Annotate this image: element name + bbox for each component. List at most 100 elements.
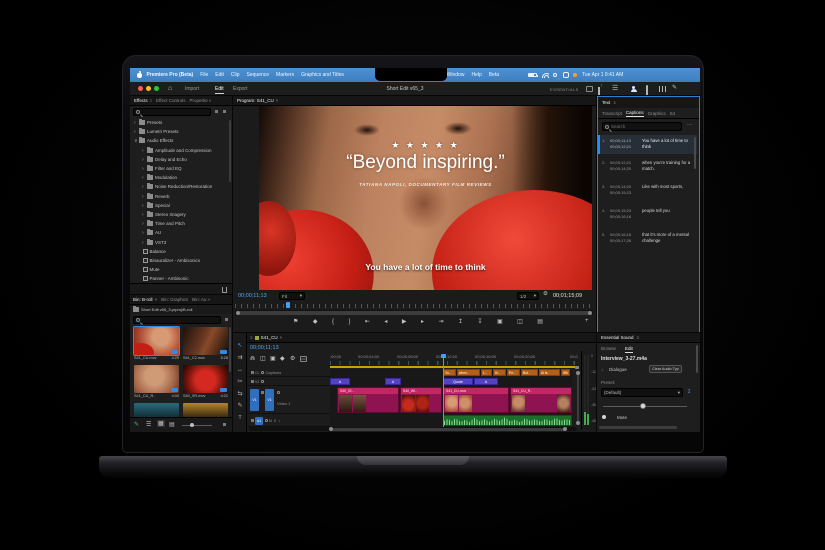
caption-timecodes[interactable]: 00;00;15;2300;00;16;16	[610, 208, 642, 220]
list-view-icon[interactable]: ☰	[146, 421, 151, 428]
audio-icon[interactable]	[659, 86, 666, 92]
apple-menu-icon[interactable]	[137, 73, 142, 78]
step-back-icon[interactable]: ◂	[384, 318, 387, 325]
tree-item[interactable]: ›AU	[130, 228, 226, 237]
caption-item[interactable]: 2. 00;00;12;2100;00;14;20 when you're tr…	[598, 154, 697, 176]
caption-clip[interactable]: But..	[521, 369, 538, 376]
caption-text[interactable]: Like with most sports,	[642, 184, 692, 196]
timeline-vscrollbar[interactable]	[576, 371, 580, 425]
lock-icon[interactable]	[251, 380, 254, 383]
effects-search-input[interactable]	[142, 110, 195, 115]
bin-clip-label[interactable]: S41_C2.mov5:28	[183, 356, 228, 360]
close-window-button[interactable]	[138, 86, 143, 91]
program-timecode[interactable]: 00;00;11;13	[238, 293, 267, 299]
tree-item[interactable]: ›Filter and EQ	[130, 164, 226, 173]
timeline-settings-icon[interactable]: ⚙	[290, 355, 295, 362]
pen-icon[interactable]: ✎	[672, 84, 677, 91]
caption-text[interactable]: that it's more of a mental challenge	[642, 232, 692, 245]
graphic-clip[interactable]: Quote	[443, 378, 473, 385]
menubar-clock[interactable]: Tue Apr 1 9:41 AM	[582, 72, 623, 78]
graphic-clip[interactable]: A	[330, 378, 350, 385]
tab-sequence[interactable]: S41_CU	[261, 335, 278, 340]
more-tabs-icon[interactable]: »	[209, 98, 212, 103]
slip-tool[interactable]: ⇆	[235, 389, 245, 399]
lift-icon[interactable]: ↥	[458, 318, 463, 325]
tab-effect-controls[interactable]: Effect Controls	[156, 98, 185, 103]
comparison-view-icon[interactable]: ◫	[517, 318, 523, 325]
effects-search[interactable]	[133, 108, 211, 116]
edit-pencil-icon[interactable]: ✎	[134, 421, 139, 428]
selection-tool[interactable]: ↖	[235, 341, 245, 351]
panel-menu-icon[interactable]: ≡	[613, 100, 616, 105]
tree-item[interactable]: ›Presets	[130, 118, 226, 127]
caption-clip[interactable]: Yo..	[443, 369, 456, 376]
bin-clip-label[interactable]: S41_CU_R..4:00	[134, 394, 179, 398]
menu-window[interactable]: Window	[447, 72, 465, 78]
tree-item[interactable]: Mute	[130, 265, 226, 274]
menu-sequence[interactable]: Sequence	[247, 72, 270, 78]
button-editor-plus-icon[interactable]: +	[585, 318, 589, 324]
essential-sound-vscrollbar[interactable]	[696, 345, 698, 373]
caption-item[interactable]: 1. 00;00;11;1300;00;12;21 You have a lot…	[598, 135, 697, 154]
captions-search[interactable]	[602, 122, 682, 131]
minimize-window-button[interactable]	[146, 86, 151, 91]
panel-menu-icon[interactable]: ≡	[637, 335, 640, 340]
fit-dropdown[interactable]: Fit▾	[279, 292, 305, 300]
go-to-out-icon[interactable]: ⇥	[438, 318, 443, 325]
vscroll-handle-bottom[interactable]	[576, 421, 580, 425]
film-view-icon[interactable]: ▤	[169, 421, 175, 428]
go-to-in-icon[interactable]: ⇤	[365, 318, 370, 325]
essential-sound-hscrollbar[interactable]	[599, 426, 677, 429]
audio-type-label[interactable]: Dialogue	[609, 367, 627, 372]
close-tab-icon[interactable]: ×	[280, 335, 283, 340]
caption-timecodes[interactable]: 00;00;14;2000;00;15;23	[610, 184, 642, 196]
caption-clip[interactable]: when..	[457, 369, 480, 376]
menu-help[interactable]: Help	[471, 72, 481, 78]
program-zoom-scrollbar[interactable]	[235, 310, 593, 315]
tree-item[interactable]: Balance	[130, 247, 226, 256]
tree-item[interactable]: ›Reverb	[130, 192, 226, 201]
hscroll-handle-right[interactable]	[563, 427, 567, 431]
tree-item[interactable]: ›Time and Pitch	[130, 219, 226, 228]
tab-clipped[interactable]: S4	[670, 111, 676, 116]
menu-file[interactable]: File	[200, 72, 208, 78]
filter-32bit-icon[interactable]	[223, 110, 226, 113]
breadcrumb[interactable]: Short Edit v65_3.prproj\B-roll	[141, 307, 192, 312]
workspace-icon[interactable]	[586, 86, 593, 92]
bin-clip-thumbnail[interactable]	[134, 327, 179, 355]
more-options-icon[interactable]: ⋯	[687, 122, 692, 128]
tab-effects[interactable]: Effects	[134, 98, 148, 103]
automate-sequence-icon[interactable]	[223, 423, 226, 426]
export-frame-icon[interactable]: ▣	[497, 318, 503, 325]
caption-timecodes[interactable]: 00;00;11;1300;00;12;21	[610, 138, 642, 151]
playhead-grabber[interactable]	[441, 354, 446, 358]
tree-item[interactable]: ›VST3	[130, 238, 226, 247]
timeline-ruler[interactable]: ;00;00 00;00;04;00 00;00;08;00 00;00;12;…	[330, 353, 578, 365]
bin-clip-label[interactable]: S40_XR.mov4:21	[183, 394, 228, 398]
video-clip[interactable]: S40_02..	[337, 387, 399, 413]
playback-resolution-dropdown[interactable]: 1/2▾	[517, 292, 539, 300]
tab-edit[interactable]: Edit	[625, 346, 633, 353]
bin-search-options-icon[interactable]	[225, 318, 228, 321]
menu-beta[interactable]: Beta	[489, 72, 499, 78]
snap-icon[interactable]: ⋒	[250, 355, 255, 362]
timeline-hscrollbar[interactable]	[249, 427, 577, 431]
caption-text[interactable]: when you're training for a match.	[642, 160, 692, 173]
linked-selection-icon[interactable]: ◫	[260, 355, 266, 362]
audio-meter[interactable]: 0 -12 -24 -36 -48	[581, 351, 597, 429]
nest-icon[interactable]: ▣	[270, 355, 276, 362]
pen-tool[interactable]: ✎	[235, 401, 245, 411]
intensity-slider-knob[interactable]	[640, 403, 646, 409]
tab-graphics[interactable]: Graphics	[648, 111, 666, 116]
mode-tab-import[interactable]: Import	[185, 86, 199, 92]
step-forward-icon[interactable]: ▸	[421, 318, 424, 325]
captions-search-input[interactable]	[611, 124, 666, 129]
source-patch-v1[interactable]: V1	[250, 389, 259, 411]
panel-menu-icon[interactable]: ≡	[150, 98, 152, 103]
workspace-label[interactable]: ESSENTIALS	[550, 87, 579, 92]
effects-scrollbar[interactable]	[229, 120, 231, 182]
video-clip[interactable]: S41_CU_R..	[510, 387, 572, 413]
track-output-icon[interactable]	[261, 380, 264, 383]
track-target-v1[interactable]: V1	[265, 389, 274, 411]
trash-icon[interactable]	[222, 287, 227, 293]
